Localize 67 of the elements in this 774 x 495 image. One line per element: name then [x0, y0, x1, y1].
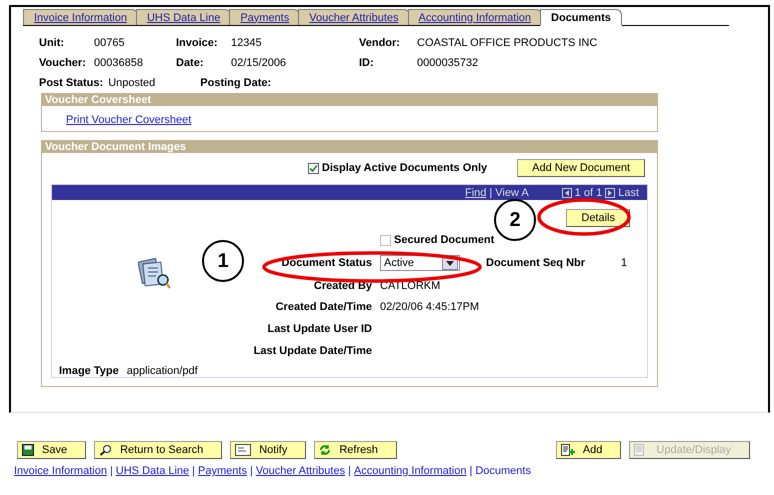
toolbar-button[interactable]: Add	[556, 441, 622, 459]
toolbar-button[interactable]: Save	[17, 441, 86, 459]
previous-icon[interactable]	[562, 188, 572, 198]
field-label: Vendor:	[359, 37, 401, 49]
envelope-icon	[235, 444, 252, 456]
separator: |	[250, 465, 253, 477]
field-label: Voucher:	[39, 57, 87, 69]
tab[interactable]: Payments	[229, 9, 300, 25]
field-value: 0000035732	[417, 57, 480, 69]
group-title: Voucher Document Images	[42, 141, 657, 153]
tab[interactable]: UHS Data Line	[136, 9, 232, 25]
field-value: Unposted	[108, 77, 156, 89]
separator: |	[348, 465, 351, 477]
row-count: 1 of 1	[574, 186, 602, 198]
page-link[interactable]: Payments	[198, 465, 247, 477]
field-label: ID:	[359, 57, 375, 69]
page-link[interactable]: Voucher Attributes	[256, 465, 346, 477]
document-status-select[interactable]: Active	[380, 255, 460, 271]
current-page-label: Documents	[475, 465, 531, 477]
next-icon[interactable]	[605, 188, 616, 198]
page-link[interactable]: Accounting Information	[354, 465, 466, 477]
field-value: 02/20/06 4:45:17PM	[380, 301, 480, 313]
group-title: Voucher Coversheet	[42, 94, 657, 106]
toolbar-button[interactable]: Return to Search	[94, 441, 222, 459]
last-link[interactable]: Last	[618, 186, 639, 198]
field-value: application/pdf	[126, 365, 198, 377]
coversheet-link[interactable]: Print Voucher Coversheet	[66, 114, 192, 126]
details-button[interactable]: Details	[566, 209, 630, 227]
page-link[interactable]: Invoice Information	[14, 465, 107, 477]
add-document-icon	[560, 444, 575, 456]
find-link[interactable]: Find	[464, 186, 486, 198]
toolbar-button[interactable]: Refresh	[314, 441, 397, 459]
field-value: 00036858	[94, 57, 144, 69]
separator: |	[469, 465, 472, 477]
field-value: 00765	[94, 37, 126, 49]
add-document-button[interactable]: Add New Document	[517, 159, 645, 177]
magnifier-icon	[99, 444, 112, 456]
toolbar-button[interactable]: Notify	[230, 441, 306, 459]
refresh-icon	[319, 444, 332, 456]
field-label: Last Update User ID	[267, 322, 372, 334]
checkmark-icon	[308, 164, 318, 172]
tab[interactable]: Documents	[540, 9, 622, 26]
field-value: COASTAL OFFICE PRODUCTS INC	[417, 37, 598, 49]
page-link[interactable]: UHS Data Line	[116, 465, 190, 477]
field-label: Invoice:	[176, 37, 219, 49]
dropdown-arrow-icon	[446, 260, 454, 266]
view-all-link[interactable]: View A	[495, 186, 529, 198]
field-label: Created Date/Time	[276, 301, 372, 313]
field-value: 02/15/2006	[231, 57, 288, 69]
separator: |	[110, 465, 113, 477]
field-label: Date:	[176, 57, 205, 69]
tab[interactable]: Invoice Information	[23, 9, 138, 25]
field-value: 12345	[231, 37, 263, 49]
field-label: Post Status:	[39, 77, 104, 89]
separator: |	[489, 186, 492, 198]
field-label: Posting Date:	[200, 77, 272, 89]
field-label: Document Seq Nbr	[486, 257, 586, 269]
field-value: 1	[621, 257, 628, 269]
document-viewer-icon	[138, 258, 172, 290]
field-label: Image Type	[59, 365, 119, 377]
tab[interactable]: Voucher Attributes	[298, 9, 410, 25]
secured-document-checkbox[interactable]: Secured Document	[380, 234, 494, 246]
field-label: Last Update Date/Time	[254, 344, 372, 356]
active-documents-checkbox[interactable]: Display Active Documents Only	[308, 162, 488, 174]
tab[interactable]: Accounting Information	[408, 9, 542, 25]
separator: |	[192, 465, 196, 477]
field-label: Unit:	[39, 37, 66, 49]
